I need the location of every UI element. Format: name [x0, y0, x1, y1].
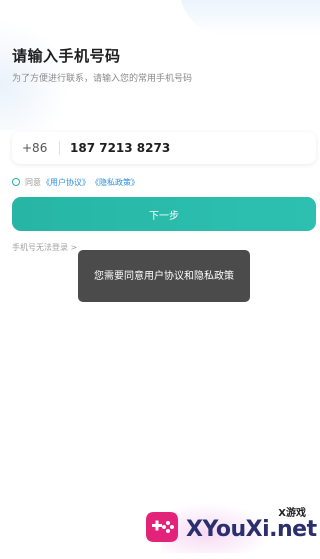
divider: [59, 141, 60, 155]
privacy-policy-link[interactable]: 《隐私政策》: [91, 177, 139, 188]
next-button[interactable]: 下一步: [12, 197, 316, 231]
country-code[interactable]: +86: [22, 141, 59, 155]
phone-input[interactable]: [70, 141, 270, 155]
watermark: X游戏 XYouXi.net: [142, 501, 317, 553]
user-agreement-link[interactable]: 《用户协议》: [42, 177, 90, 188]
watermark-site-text: XYouXi.net: [186, 517, 317, 542]
agreement-row: 同意 《用户协议》 《隐私政策》: [12, 176, 139, 188]
cant-login-link[interactable]: 手机号无法登录 >: [12, 242, 77, 253]
gamepad-logo-icon: [146, 512, 178, 542]
agree-radio[interactable]: [12, 178, 20, 186]
page-subtitle: 为了方便进行联系，请输入您的常用手机号码: [12, 74, 193, 84]
phone-input-container[interactable]: +86: [12, 132, 316, 164]
toast-message: 您需要同意用户协议和隐私政策: [78, 250, 250, 302]
agree-prefix: 同意: [25, 177, 41, 187]
page-title: 请输入手机号码: [12, 47, 121, 65]
decorative-gradient-top: [180, 0, 320, 35]
